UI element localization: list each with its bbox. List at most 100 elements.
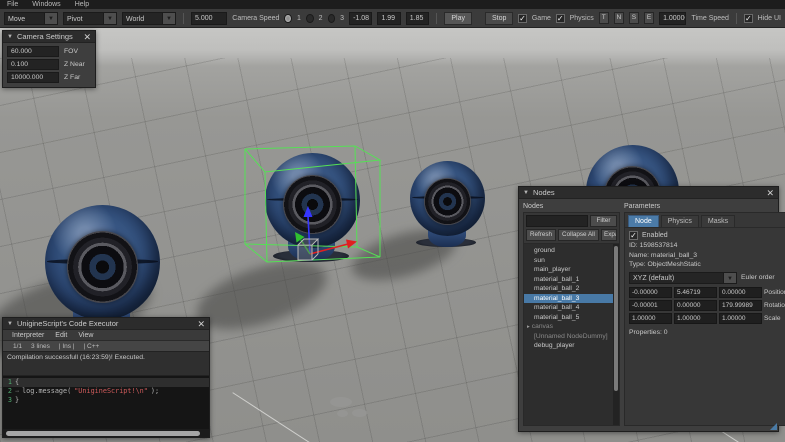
hide-ui-label: Hide UI bbox=[758, 15, 781, 22]
material-ball-4-object[interactable] bbox=[410, 161, 485, 236]
close-icon[interactable]: ✕ bbox=[197, 319, 205, 329]
physics-label: Physics bbox=[570, 15, 594, 22]
znear-input[interactable]: 0.100 bbox=[7, 59, 59, 70]
chevron-down-icon[interactable]: ▼ bbox=[723, 272, 737, 284]
collapse-icon[interactable]: ▼ bbox=[7, 31, 13, 43]
tree-item-canvas[interactable]: ▸canvas bbox=[524, 322, 613, 332]
refresh-button[interactable]: Refresh bbox=[526, 229, 556, 241]
camera-pos-y-input[interactable]: 1.99 bbox=[377, 12, 400, 25]
close-icon[interactable]: ✕ bbox=[83, 32, 91, 42]
physics-checkbox[interactable]: ✓ bbox=[556, 14, 565, 23]
pivot-dropdown[interactable]: Pivot ▼ bbox=[63, 12, 117, 25]
scrollbar-thumb[interactable] bbox=[6, 431, 200, 436]
camera-pos-z-input[interactable]: 1.85 bbox=[406, 12, 429, 25]
material-ball-1-object[interactable] bbox=[45, 205, 160, 320]
expand-all-button[interactable]: Expand All bbox=[601, 229, 617, 241]
horizontal-scrollbar[interactable] bbox=[3, 429, 209, 437]
scrollbar-thumb[interactable] bbox=[614, 246, 618, 391]
resize-grip[interactable] bbox=[770, 423, 777, 430]
nodes-titlebar[interactable]: ▼ Nodes ✕ bbox=[519, 187, 778, 199]
vertical-scrollbar[interactable] bbox=[613, 244, 619, 425]
expand-arrow-icon[interactable]: ▸ bbox=[527, 324, 530, 330]
toggle-t-button[interactable]: T bbox=[599, 12, 609, 24]
tree-item-material-ball-4[interactable]: material_ball_4 bbox=[524, 303, 613, 313]
transform-mode-dropdown[interactable]: Move ▼ bbox=[4, 12, 58, 25]
scale-x-input[interactable]: 1.00000 bbox=[629, 313, 672, 324]
play-button[interactable]: Play bbox=[444, 12, 472, 25]
tree-item-unnamed-nodedummy[interactable]: [Unnamed NodeDummy] bbox=[524, 332, 613, 342]
rotation-y-input[interactable]: 0.00000 bbox=[674, 300, 717, 311]
rotation-x-input[interactable]: -0.00001 bbox=[629, 300, 672, 311]
code-executor-titlebar[interactable]: ▼ UnigineScript's Code Executor ✕ bbox=[3, 318, 209, 330]
transform-mode-value: Move bbox=[4, 12, 44, 25]
game-label: Game bbox=[532, 15, 551, 22]
collapse-icon[interactable]: ▼ bbox=[523, 187, 529, 199]
fov-input[interactable]: 60.000 bbox=[7, 46, 59, 57]
menu-windows[interactable]: Windows bbox=[32, 0, 60, 9]
menu-edit[interactable]: Edit bbox=[55, 332, 67, 339]
enabled-checkbox[interactable]: ✓ bbox=[629, 231, 638, 240]
insert-mode: | Ins | bbox=[59, 343, 75, 350]
hide-ui-checkbox[interactable]: ✓ bbox=[744, 14, 753, 23]
camera-speed-input[interactable]: 5.000 bbox=[191, 12, 227, 25]
camera-settings-body: 60.000 FOV 0.100 Z Near 10000.000 Z Far bbox=[3, 43, 95, 88]
close-icon[interactable]: ✕ bbox=[766, 188, 774, 198]
code-line[interactable]: 1 { bbox=[3, 378, 209, 387]
filter-input[interactable] bbox=[526, 215, 588, 227]
code-status-bar: 1/1 3 lines | Ins | | C++ bbox=[3, 341, 209, 351]
filter-button[interactable]: Filter bbox=[590, 215, 617, 227]
tree-item-label: canvas bbox=[532, 323, 553, 330]
tree-item-sun[interactable]: sun bbox=[524, 256, 613, 266]
camera-pos-x-input[interactable]: -1.08 bbox=[349, 12, 372, 25]
nodes-section-label: Nodes bbox=[523, 202, 620, 212]
chevron-down-icon[interactable]: ▼ bbox=[103, 12, 117, 25]
menu-help[interactable]: Help bbox=[75, 0, 89, 9]
code-line[interactable]: 3 } bbox=[3, 396, 209, 405]
stop-button[interactable]: Stop bbox=[485, 12, 513, 25]
collapse-icon[interactable]: ▼ bbox=[7, 318, 13, 330]
code-line[interactable]: 2 →log.message("UnigineScript!\n"); bbox=[3, 387, 209, 396]
parameters-tabs: Node Physics Masks bbox=[625, 213, 785, 228]
selection-gizmo[interactable] bbox=[240, 136, 390, 278]
tree-item-material-ball-5[interactable]: material_ball_5 bbox=[524, 313, 613, 323]
chevron-down-icon[interactable]: ▼ bbox=[44, 12, 58, 25]
scale-y-input[interactable]: 1.00000 bbox=[674, 313, 717, 324]
toggle-s-button[interactable]: S bbox=[629, 12, 639, 24]
space-value: World bbox=[122, 12, 162, 25]
tree-item-debug-player[interactable]: debug_player bbox=[524, 341, 613, 351]
collapse-all-button[interactable]: Collapse All bbox=[558, 229, 599, 241]
scale-z-input[interactable]: 1.00000 bbox=[719, 313, 762, 324]
camera-speed-radio-2[interactable] bbox=[306, 14, 314, 23]
tree-item-material-ball-1[interactable]: material_ball_1 bbox=[524, 275, 613, 285]
tab-physics[interactable]: Physics bbox=[661, 215, 699, 227]
toggle-n-button[interactable]: N bbox=[614, 12, 624, 24]
menu-interpreter[interactable]: Interpreter bbox=[12, 332, 44, 339]
rotation-z-input[interactable]: 179.99989 bbox=[719, 300, 762, 311]
menu-file[interactable]: File bbox=[7, 0, 18, 9]
zfar-input[interactable]: 10000.000 bbox=[7, 72, 59, 83]
space-dropdown[interactable]: World ▼ bbox=[122, 12, 176, 25]
time-speed-input[interactable]: 1.00000 bbox=[659, 12, 686, 25]
camera-speed-radio-1[interactable] bbox=[284, 14, 292, 23]
camera-speed-radio-3[interactable] bbox=[328, 14, 336, 23]
euler-order-dropdown[interactable]: XYZ (default) ▼ bbox=[629, 272, 737, 284]
gizmo-center-cube[interactable] bbox=[298, 239, 318, 260]
tree-item-material-ball-2[interactable]: material_ball_2 bbox=[524, 284, 613, 294]
camera-speed-radio-3-label: 3 bbox=[340, 15, 344, 22]
tree-item-material-ball-3-selected[interactable]: material_ball_3 bbox=[524, 294, 613, 304]
chevron-down-icon[interactable]: ▼ bbox=[162, 12, 176, 25]
tab-node[interactable]: Node bbox=[628, 215, 659, 227]
game-checkbox[interactable]: ✓ bbox=[518, 14, 527, 23]
camera-settings-titlebar[interactable]: ▼ Camera Settings ✕ bbox=[3, 31, 95, 43]
menu-view[interactable]: View bbox=[78, 332, 93, 339]
panel-title: UnigineScript's Code Executor bbox=[17, 319, 194, 328]
toggle-e-button[interactable]: E bbox=[644, 12, 654, 24]
code-editor[interactable]: 1 { 2 →log.message("UnigineScript!\n"); … bbox=[3, 376, 209, 429]
tree-item-main-player[interactable]: main_player bbox=[524, 265, 613, 275]
position-y-input[interactable]: 5.46719 bbox=[674, 287, 717, 298]
position-z-input[interactable]: 0.00000 bbox=[719, 287, 762, 298]
tree-item-ground[interactable]: ground bbox=[524, 246, 613, 256]
toolbar: Move ▼ Pivot ▼ World ▼ 5.000 Camera Spee… bbox=[0, 9, 785, 28]
tab-masks[interactable]: Masks bbox=[701, 215, 735, 227]
position-x-input[interactable]: -0.00000 bbox=[629, 287, 672, 298]
